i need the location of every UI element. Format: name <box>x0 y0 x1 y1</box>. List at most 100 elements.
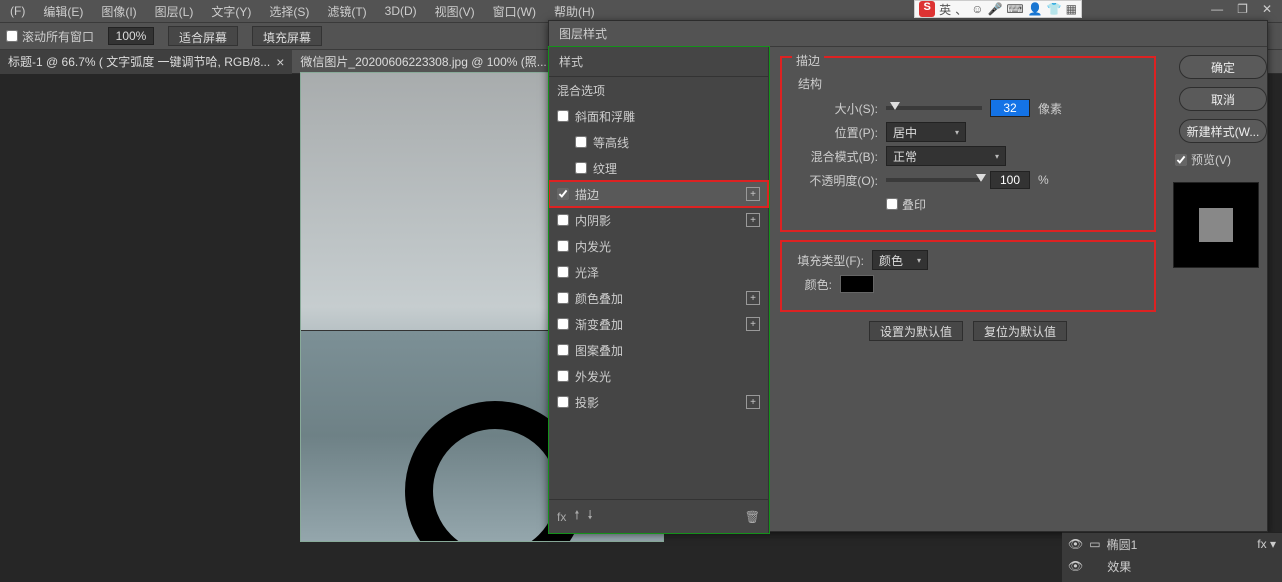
color-swatch[interactable] <box>840 275 874 293</box>
dialog-title: 图层样式 <box>549 21 1267 47</box>
size-slider[interactable] <box>886 106 982 110</box>
set-default-button[interactable]: 设置为默认值 <box>869 321 963 341</box>
restore-icon[interactable]: ❐ <box>1237 2 1248 16</box>
style-checkbox[interactable] <box>557 292 569 304</box>
trash-icon[interactable]: 🗑 <box>745 510 760 524</box>
ok-button[interactable]: 确定 <box>1179 55 1267 79</box>
opacity-input[interactable] <box>990 171 1030 189</box>
style-item-2[interactable]: 纹理 <box>549 155 768 181</box>
close-icon[interactable]: ✕ <box>1262 2 1272 16</box>
style-checkbox[interactable] <box>557 266 569 278</box>
chevron-up-icon[interactable]: 🠕 <box>574 506 579 527</box>
sogou-icon[interactable]: S <box>919 1 935 17</box>
style-item-4[interactable]: 内阴影+ <box>549 207 768 233</box>
emoji-icon[interactable]: ☺ <box>971 2 983 16</box>
style-checkbox[interactable] <box>557 214 569 226</box>
style-label: 颜色叠加 <box>575 290 623 307</box>
opacity-slider[interactable] <box>886 178 982 182</box>
fx-badge[interactable]: fx ▾ <box>1257 537 1276 551</box>
ime-lang[interactable]: 英 <box>939 1 951 18</box>
menu-select[interactable]: 选择(S) <box>263 1 315 22</box>
ime-punct[interactable]: 、 <box>955 1 967 18</box>
layer-row-ellipse[interactable]: 👁 ▭ 椭圆1 fx ▾ <box>1062 533 1282 555</box>
plus-icon[interactable]: + <box>746 213 760 227</box>
menu-view[interactable]: 视图(V) <box>429 1 481 22</box>
style-checkbox[interactable] <box>575 162 587 174</box>
eye-icon[interactable]: 👁 <box>1068 559 1083 573</box>
reset-default-button[interactable]: 复位为默认值 <box>973 321 1067 341</box>
plus-icon[interactable]: + <box>746 317 760 331</box>
stroke-section-label: 描边 <box>792 52 824 69</box>
size-input[interactable] <box>990 99 1030 117</box>
overprint-checkbox[interactable]: 叠印 <box>886 196 926 213</box>
cancel-button[interactable]: 取消 <box>1179 87 1267 111</box>
tab-1[interactable]: 微信图片_20200606223308.jpg @ 100% (照... <box>292 50 554 74</box>
plus-icon[interactable]: + <box>746 291 760 305</box>
blendmode-select[interactable]: 正常▾ <box>886 146 1006 166</box>
style-checkbox[interactable] <box>557 240 569 252</box>
eye-icon[interactable]: 👁 <box>1068 537 1083 551</box>
keyboard-icon[interactable]: ⌨ <box>1006 2 1023 16</box>
style-item-0[interactable]: 斜面和浮雕 <box>549 103 768 129</box>
effects-label: 效果 <box>1089 558 1131 575</box>
style-item-11[interactable]: 投影+ <box>549 389 768 415</box>
style-item-1[interactable]: 等高线 <box>549 129 768 155</box>
style-checkbox[interactable] <box>557 370 569 382</box>
style-item-10[interactable]: 外发光 <box>549 363 768 389</box>
menu-window[interactable]: 窗口(W) <box>487 1 542 22</box>
plus-icon[interactable]: + <box>746 187 760 201</box>
menu-edit[interactable]: 编辑(E) <box>37 1 89 22</box>
window-controls: — ❐ ✕ <box>1201 0 1282 18</box>
filltype-label: 填充类型(F): <box>792 252 864 269</box>
minimize-icon[interactable]: — <box>1211 2 1223 16</box>
style-item-5[interactable]: 内发光 <box>549 233 768 259</box>
style-item-9[interactable]: 图案叠加 <box>549 337 768 363</box>
position-select[interactable]: 居中▾ <box>886 122 966 142</box>
zoom-input[interactable] <box>108 27 154 45</box>
style-checkbox[interactable] <box>557 318 569 330</box>
preview-checkbox[interactable]: 预览(V) <box>1167 151 1267 168</box>
blend-options[interactable]: 混合选项 <box>549 77 768 103</box>
grid-icon[interactable]: ▦ <box>1066 2 1077 16</box>
fx-icon[interactable]: fx <box>557 510 566 524</box>
menu-layer[interactable]: 图层(L) <box>149 1 200 22</box>
menu-image[interactable]: 图像(I) <box>95 1 142 22</box>
fill-screen-button[interactable]: 填充屏幕 <box>252 26 322 46</box>
tab-0[interactable]: 标题-1 @ 66.7% ( 文字弧度 一键调节哈, RGB/8... × <box>0 50 292 74</box>
shirt-icon[interactable]: 👕 <box>1047 2 1062 16</box>
style-item-7[interactable]: 颜色叠加 + <box>549 285 768 311</box>
scroll-all-windows-checkbox[interactable]: 滚动所有窗口 <box>6 28 94 45</box>
layer-row-effects[interactable]: 👁 效果 <box>1062 555 1282 577</box>
style-checkbox[interactable] <box>557 344 569 356</box>
style-label: 等高线 <box>593 134 629 151</box>
scroll-all-label: 滚动所有窗口 <box>22 28 94 45</box>
style-item-6[interactable]: 光泽 <box>549 259 768 285</box>
style-checkbox[interactable] <box>557 188 569 200</box>
style-preview <box>1173 182 1259 268</box>
ime-toolbar[interactable]: S 英 、 ☺ 🎤 ⌨ 👤 👕 ▦ <box>914 0 1082 18</box>
layer-thumb-icon: ▭ <box>1089 537 1100 551</box>
menu-type[interactable]: 文字(Y) <box>205 1 257 22</box>
style-item-3[interactable]: 描边+ <box>549 181 768 207</box>
plus-icon[interactable]: + <box>746 395 760 409</box>
tab-1-label: 微信图片_20200606223308.jpg @ 100% (照... <box>300 53 546 70</box>
style-checkbox[interactable] <box>557 396 569 408</box>
close-icon[interactable]: × <box>276 54 284 70</box>
new-style-button[interactable]: 新建样式(W... <box>1179 119 1267 143</box>
menu-help[interactable]: 帮助(H) <box>548 1 601 22</box>
style-checkbox[interactable] <box>575 136 587 148</box>
styles-footer: fx 🠕 🠗 🗑 <box>549 499 768 533</box>
styles-list: 样式 混合选项 斜面和浮雕等高线纹理描边+内阴影+内发光光泽颜色叠加+渐变叠加+… <box>549 47 769 533</box>
style-item-8[interactable]: 渐变叠加+ <box>549 311 768 337</box>
user-icon[interactable]: 👤 <box>1028 2 1043 16</box>
fit-screen-button[interactable]: 适合屏幕 <box>168 26 238 46</box>
chevron-down-icon[interactable]: 🠗 <box>588 506 593 527</box>
menu-f[interactable]: (F) <box>4 2 31 20</box>
menu-filter[interactable]: 滤镜(T) <box>321 1 372 22</box>
mic-icon[interactable]: 🎤 <box>987 2 1002 16</box>
menu-3d[interactable]: 3D(D) <box>379 2 423 20</box>
color-label: 颜色: <box>792 276 832 293</box>
structure-label: 结构 <box>792 75 1144 92</box>
filltype-select[interactable]: 颜色▾ <box>872 250 928 270</box>
style-checkbox[interactable] <box>557 110 569 122</box>
